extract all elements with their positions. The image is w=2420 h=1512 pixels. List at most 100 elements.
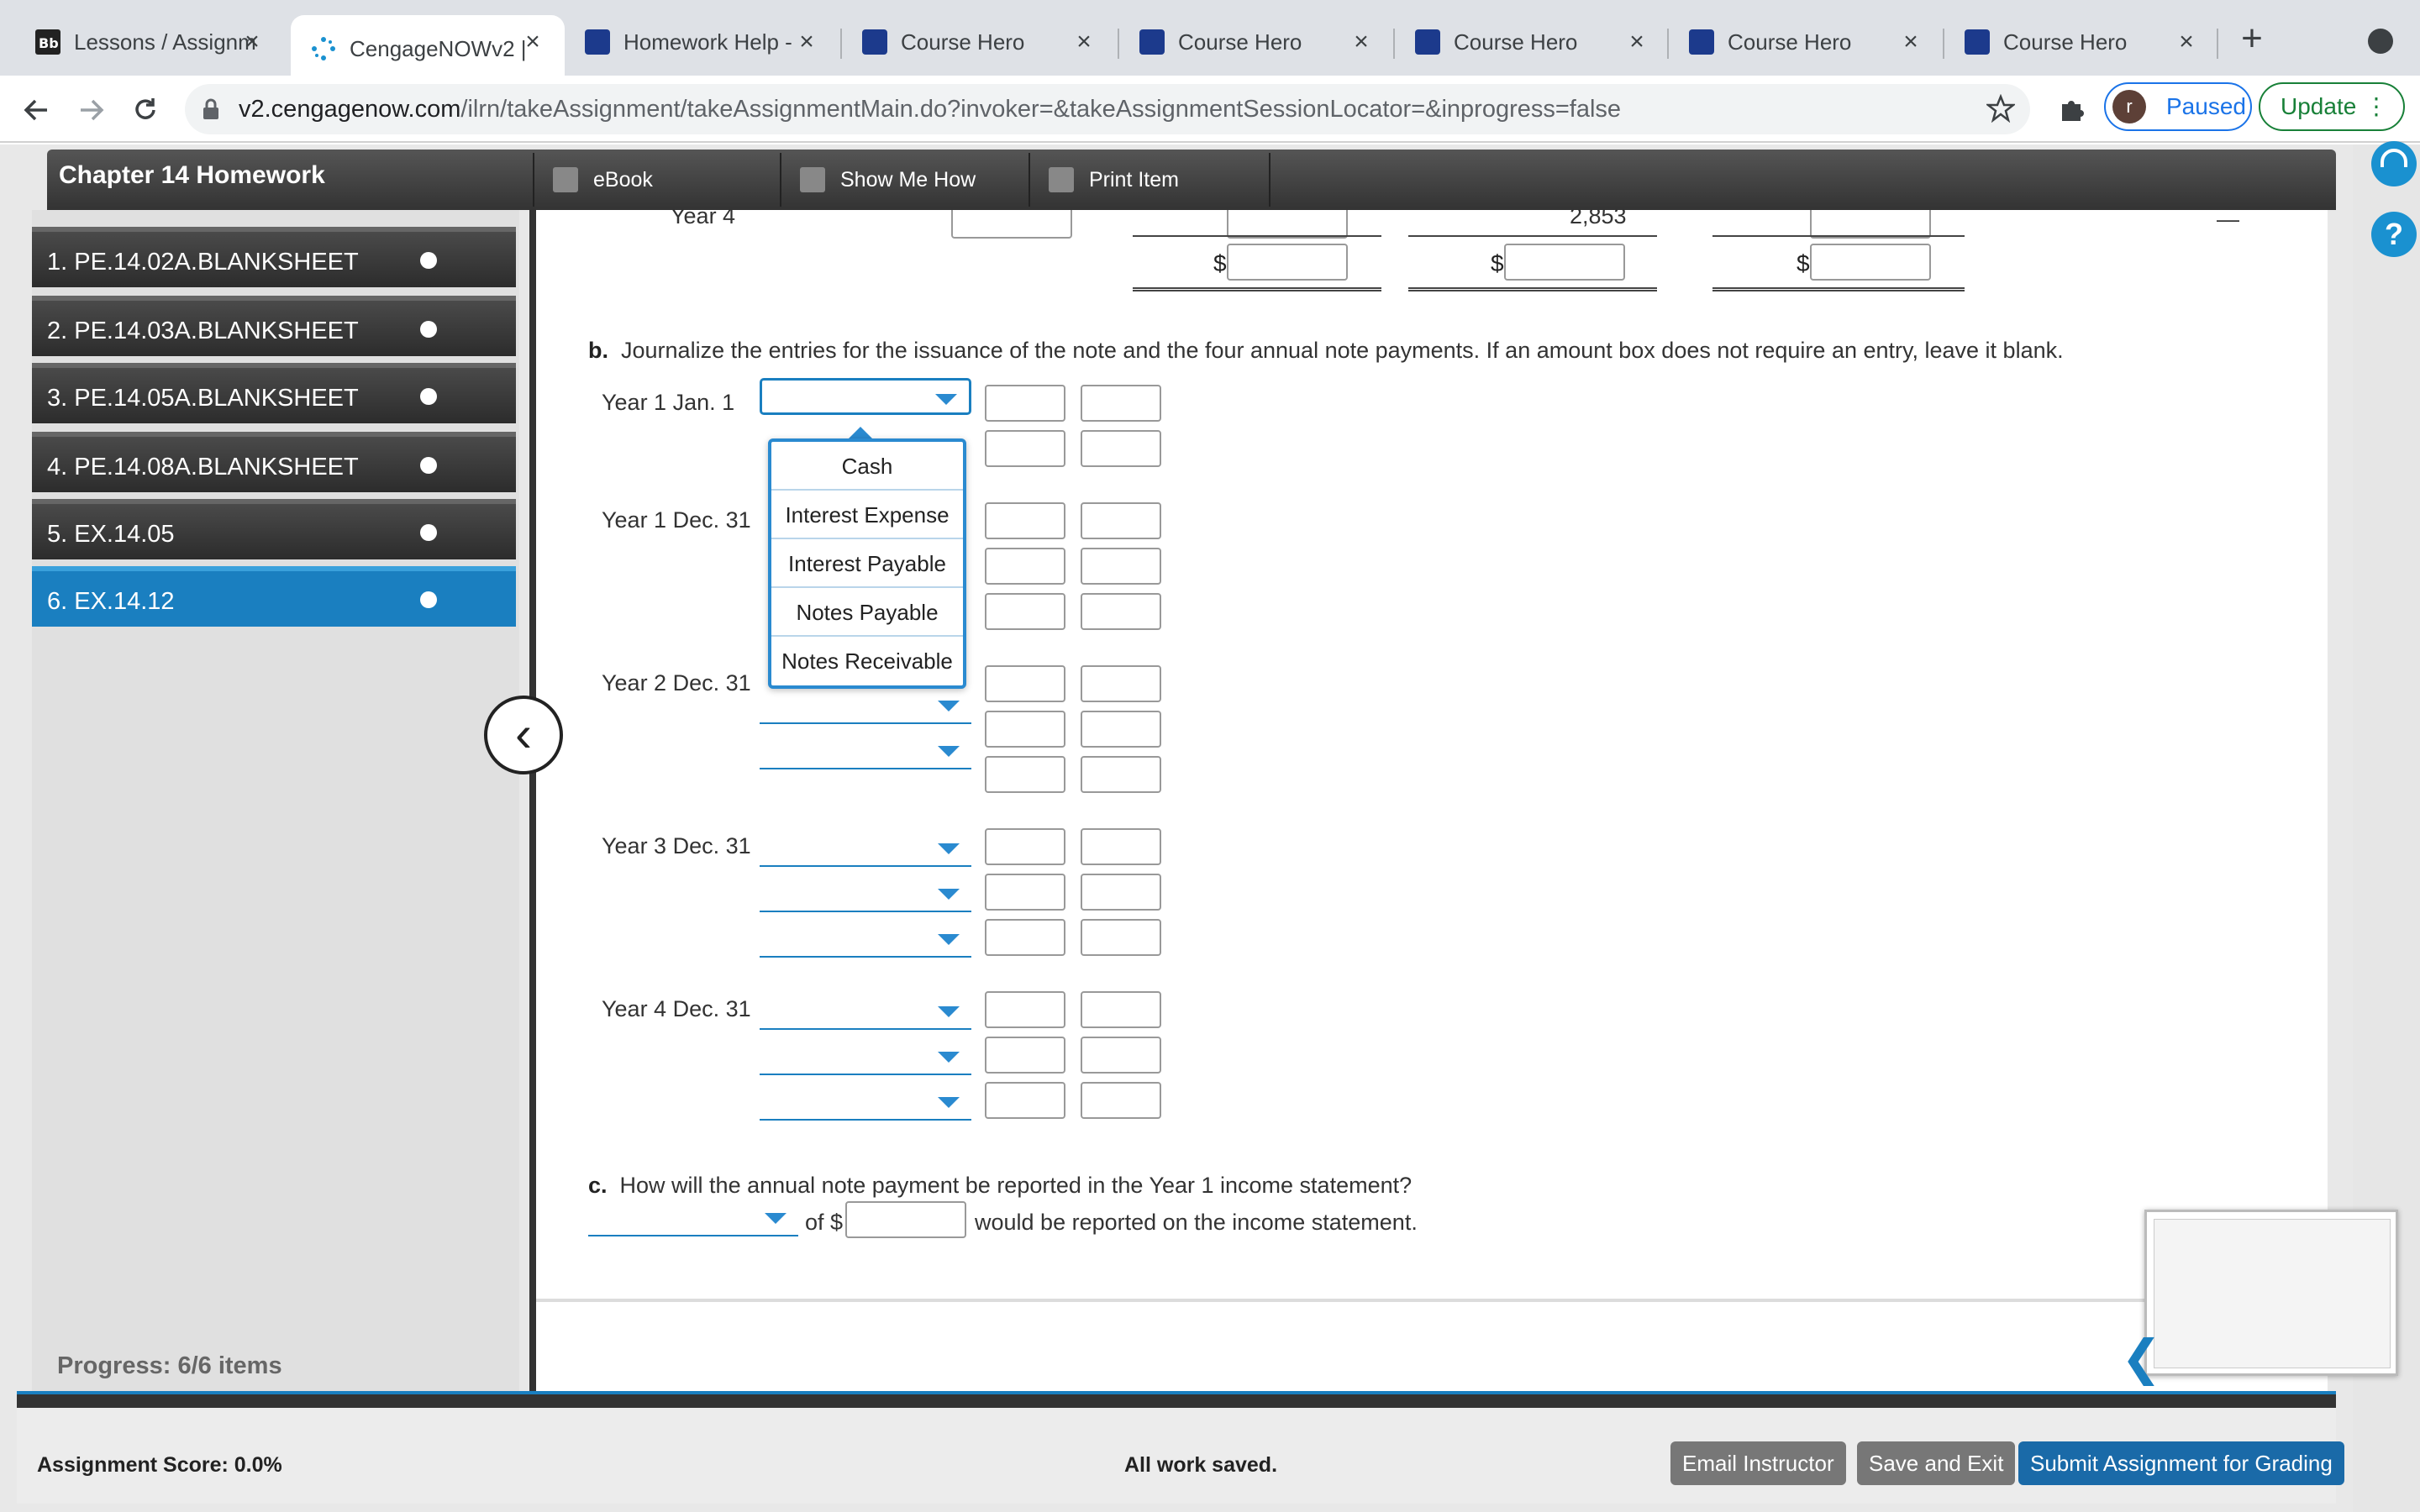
account-dropdown[interactable] (760, 378, 971, 415)
credit-input[interactable] (1081, 502, 1161, 539)
account-dropdown[interactable] (760, 830, 971, 867)
credit-input[interactable] (1081, 756, 1161, 793)
page-thumbnail[interactable] (2144, 1210, 2398, 1376)
account-dropdown[interactable] (760, 1038, 971, 1075)
debit-input[interactable] (985, 593, 1065, 630)
close-icon[interactable]: × (2171, 27, 2202, 57)
close-icon[interactable]: × (1346, 27, 1376, 57)
tab-course-hero[interactable]: Course Hero × (842, 15, 1116, 69)
amount-input[interactable] (1227, 210, 1348, 239)
dropdown-option-interest-payable[interactable]: Interest Payable (771, 539, 963, 588)
show-me-how-button[interactable]: Show Me How (780, 153, 1028, 207)
cengage-icon (311, 36, 336, 61)
dropdown-option-interest-expense[interactable]: Interest Expense (771, 491, 963, 539)
credit-input[interactable] (1081, 919, 1161, 956)
close-icon[interactable]: × (1069, 27, 1099, 57)
report-type-dropdown[interactable] (588, 1200, 798, 1236)
account-dropdown-list: Cash Interest Expense Interest Payable N… (768, 438, 966, 689)
amount-input[interactable] (951, 210, 1072, 239)
debit-input[interactable] (985, 665, 1065, 702)
debit-input[interactable] (985, 991, 1065, 1028)
debit-input[interactable] (985, 711, 1065, 748)
debit-input[interactable] (985, 548, 1065, 585)
tab-homework-help[interactable]: Homework Help - × (565, 15, 839, 69)
sidebar-item-4[interactable]: 4. PE.14.08A.BLANKSHEET (32, 432, 516, 492)
chevron-left-icon[interactable]: ❮ (2121, 1329, 2162, 1386)
account-dropdown[interactable] (760, 875, 971, 912)
tab-blackboard[interactable]: Bb Lessons / Assignm × (15, 15, 284, 69)
headset-support-icon[interactable] (2371, 141, 2417, 186)
tab-search-icon[interactable] (2368, 29, 2393, 54)
dropdown-option-cash[interactable]: Cash (771, 442, 963, 491)
sidebar-item-6[interactable]: 6. EX.14.12 (32, 566, 516, 627)
assignment-footer: Assignment Score: 0.0% All work saved. E… (17, 1391, 2344, 1504)
credit-input[interactable] (1081, 874, 1161, 911)
print-item-button[interactable]: Print Item (1028, 153, 1270, 207)
debit-input[interactable] (985, 1037, 1065, 1074)
credit-input[interactable] (1081, 548, 1161, 585)
account-dropdown[interactable] (760, 1084, 971, 1121)
status-dot-icon (420, 252, 437, 269)
forward-arrow-icon[interactable] (71, 89, 113, 131)
account-dropdown[interactable] (760, 921, 971, 958)
debit-input[interactable] (985, 430, 1065, 467)
account-dropdown[interactable] (760, 687, 971, 724)
tab-course-hero[interactable]: Course Hero × (1669, 15, 1943, 69)
credit-input[interactable] (1081, 991, 1161, 1028)
credit-input[interactable] (1081, 1082, 1161, 1119)
total-input[interactable] (1227, 244, 1348, 281)
chevron-down-icon (938, 1097, 960, 1108)
new-tab-button[interactable]: + (2233, 20, 2270, 59)
tab-course-hero[interactable]: Course Hero × (1395, 15, 1669, 69)
debit-input[interactable] (985, 502, 1065, 539)
collapse-sidebar-chevron-left-icon[interactable]: ‹ (484, 696, 563, 774)
credit-input[interactable] (1081, 430, 1161, 467)
total-input[interactable] (1810, 244, 1931, 281)
close-icon[interactable]: × (518, 27, 548, 57)
debit-input[interactable] (985, 1082, 1065, 1119)
sidebar-item-3[interactable]: 3. PE.14.05A.BLANKSHEET (32, 363, 516, 423)
reload-icon[interactable] (124, 89, 166, 131)
debit-input[interactable] (985, 756, 1065, 793)
tab-cengage[interactable]: CengageNOWv2 | × (291, 15, 565, 82)
of-dollar-label: of $ (805, 1210, 844, 1235)
debit-input[interactable] (985, 385, 1065, 422)
sidebar-item-1[interactable]: 1. PE.14.02A.BLANKSHEET (32, 227, 516, 287)
profile-paused-button[interactable]: r Paused (2104, 82, 2252, 131)
ebook-button[interactable]: eBook (533, 153, 780, 207)
credit-input[interactable] (1081, 593, 1161, 630)
account-dropdown[interactable] (760, 993, 971, 1030)
close-icon[interactable]: × (1622, 27, 1652, 57)
account-dropdown[interactable] (760, 732, 971, 769)
credit-input[interactable] (1081, 828, 1161, 865)
payment-amount-input[interactable] (845, 1201, 966, 1238)
email-instructor-button[interactable]: Email Instructor (1670, 1441, 1846, 1485)
debit-input[interactable] (985, 874, 1065, 911)
amount-input[interactable] (1810, 210, 1931, 239)
submit-assignment-button[interactable]: Submit Assignment for Grading (2018, 1441, 2344, 1485)
debit-input[interactable] (985, 828, 1065, 865)
help-question-icon[interactable]: ? (2371, 212, 2417, 257)
update-button[interactable]: Update ⋮ (2259, 82, 2405, 131)
back-arrow-icon[interactable] (15, 89, 57, 131)
debit-input[interactable] (985, 919, 1065, 956)
save-and-exit-button[interactable]: Save and Exit (1857, 1441, 2016, 1485)
sidebar-item-5[interactable]: 5. EX.14.05 (32, 499, 516, 559)
credit-input[interactable] (1081, 1037, 1161, 1074)
extensions-puzzle-icon[interactable] (2057, 94, 2087, 129)
credit-input[interactable] (1081, 665, 1161, 702)
paused-label: Paused (2166, 93, 2246, 119)
dropdown-option-notes-payable[interactable]: Notes Payable (771, 588, 963, 637)
close-icon[interactable]: × (792, 27, 822, 57)
close-icon[interactable]: × (1896, 27, 1926, 57)
tab-course-hero[interactable]: Course Hero × (1119, 15, 1393, 69)
close-icon[interactable]: × (237, 27, 267, 57)
total-input[interactable] (1504, 244, 1625, 281)
url-omnibox[interactable]: v2.cengagenow.com/ilrn/takeAssignment/ta… (185, 84, 2030, 134)
credit-input[interactable] (1081, 385, 1161, 422)
bookmark-star-icon[interactable] (1985, 93, 2017, 127)
credit-input[interactable] (1081, 711, 1161, 748)
dropdown-option-notes-receivable[interactable]: Notes Receivable (771, 637, 963, 685)
tab-course-hero[interactable]: Course Hero × (1944, 15, 2218, 69)
sidebar-item-2[interactable]: 2. PE.14.03A.BLANKSHEET (32, 296, 516, 356)
